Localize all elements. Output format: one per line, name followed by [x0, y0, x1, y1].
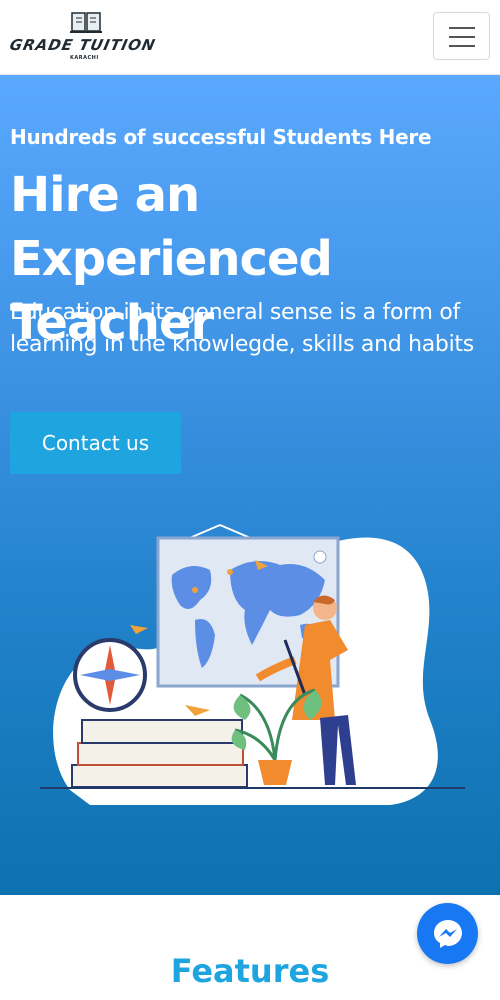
- hamburger-icon: [449, 27, 475, 29]
- messenger-icon: [434, 920, 462, 948]
- brand-logo[interactable]: GRADE TUITION KARACHI: [8, 10, 158, 65]
- hero-description: Education in its general sense is a form…: [10, 300, 474, 357]
- teacher-with-world-map-illustration: [40, 524, 465, 805]
- features-title: Features: [170, 952, 330, 990]
- brand-subtitle: KARACHI: [70, 55, 99, 61]
- contact-us-button[interactable]: Contact us: [10, 412, 181, 474]
- menu-toggle-button[interactable]: [433, 12, 490, 60]
- book-icon: [70, 12, 102, 33]
- navbar: GRADE TUITION KARACHI: [0, 0, 500, 75]
- brand-name: GRADE TUITION: [8, 36, 158, 54]
- hamburger-icon-line: [449, 45, 475, 47]
- messenger-chat-button[interactable]: [417, 903, 478, 964]
- hero-section: Hundreds of successful Students Here Hir…: [0, 75, 500, 895]
- hamburger-icon-line: [449, 36, 475, 38]
- hero-eyebrow: Hundreds of successful Students Here: [10, 125, 432, 149]
